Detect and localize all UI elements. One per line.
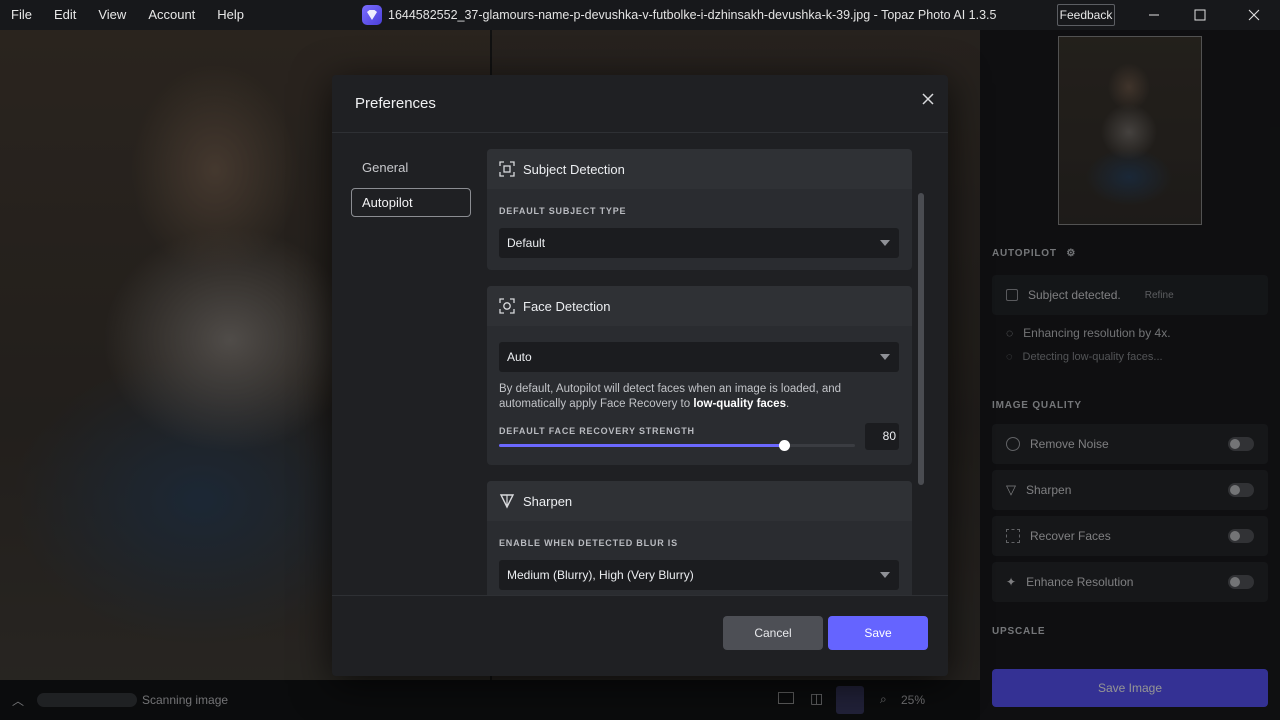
minimize-icon [1149,14,1159,16]
sharpen-header: Sharpen [487,481,912,521]
face-recovery-strength-label: DEFAULT FACE RECOVERY STRENGTH [499,426,695,436]
nav-autopilot[interactable]: Autopilot [351,188,471,217]
dialog-close-button[interactable] [917,88,939,110]
menu-account[interactable]: Account [137,0,206,30]
maximize-button[interactable] [1177,0,1223,30]
right-panel: AUTOPILOT ⚙ Subject detected. Refine ◌ E… [980,30,1280,720]
dialog-header: Preferences [332,75,948,133]
close-icon [922,93,934,105]
face-recovery-strength-value[interactable]: 80 [865,423,899,450]
topaz-logo-icon [362,5,382,25]
nav-general[interactable]: General [351,153,471,182]
chevron-down-icon [880,354,890,360]
close-icon [1248,9,1260,21]
menu-help[interactable]: Help [206,0,255,30]
subject-detection-icon [499,161,515,177]
dialog-title: Preferences [355,95,436,112]
sharpen-card: Sharpen ENABLE WHEN DETECTED BLUR IS Med… [487,481,912,595]
face-detection-description: By default, Autopilot will detect faces … [499,382,899,412]
subject-detection-header: Subject Detection [487,149,912,189]
preferences-dialog: Preferences General Autopilot Subject De… [332,75,948,676]
save-button[interactable]: Save [828,616,928,650]
blur-threshold-label: ENABLE WHEN DETECTED BLUR IS [499,538,678,548]
face-detection-value: Auto [507,350,532,364]
default-subject-type-label: DEFAULT SUBJECT TYPE [499,206,627,216]
dialog-scrollbar[interactable] [918,193,924,485]
sharpen-icon [499,494,515,509]
sharpen-title: Sharpen [523,493,573,509]
window-title-group: 1644582552_37-glamours-name-p-devushka-v… [362,0,996,30]
menu-file[interactable]: File [0,0,43,30]
close-window-button[interactable] [1231,0,1277,30]
minimize-button[interactable] [1131,0,1177,30]
subject-detection-card: Subject Detection DEFAULT SUBJECT TYPE D… [487,149,912,270]
face-detection-select[interactable]: Auto [499,342,899,372]
face-detection-title: Face Detection [523,298,611,314]
slider-fill [499,444,784,447]
chevron-down-icon [880,572,890,578]
bottom-bar-backdrop [0,680,980,720]
blur-threshold-select[interactable]: Medium (Blurry), High (Very Blurry) [499,560,899,590]
face-detection-card: Face Detection Auto By default, Autopilo… [487,286,912,465]
face-recovery-strength-slider[interactable] [499,440,855,451]
chevron-down-icon [880,240,890,246]
default-subject-type-select[interactable]: Default [499,228,899,258]
face-detection-icon [499,298,515,314]
description-bold-text: low-quality faces [693,398,786,410]
menu-view[interactable]: View [87,0,137,30]
right-panel-backdrop [980,30,1280,720]
description-text: By default, Autopilot will detect faces … [499,383,842,410]
subject-detection-title: Subject Detection [523,161,625,177]
cancel-button[interactable]: Cancel [723,616,823,650]
feedback-button[interactable]: Feedback [1057,4,1115,26]
menu-edit[interactable]: Edit [43,0,87,30]
slider-thumb[interactable] [778,440,790,451]
face-detection-header: Face Detection [487,286,912,326]
dialog-footer: Cancel Save [332,595,948,676]
dialog-body: General Autopilot Subject Detection DEFA… [332,133,948,595]
description-suffix: . [785,398,790,410]
blur-threshold-value: Medium (Blurry), High (Very Blurry) [507,568,694,582]
title-bar: File Edit View Account Help 1644582552_3… [0,0,1280,30]
default-subject-type-value: Default [507,236,546,250]
maximize-icon [1194,9,1206,21]
window-title: 1644582552_37-glamours-name-p-devushka-v… [388,8,997,22]
